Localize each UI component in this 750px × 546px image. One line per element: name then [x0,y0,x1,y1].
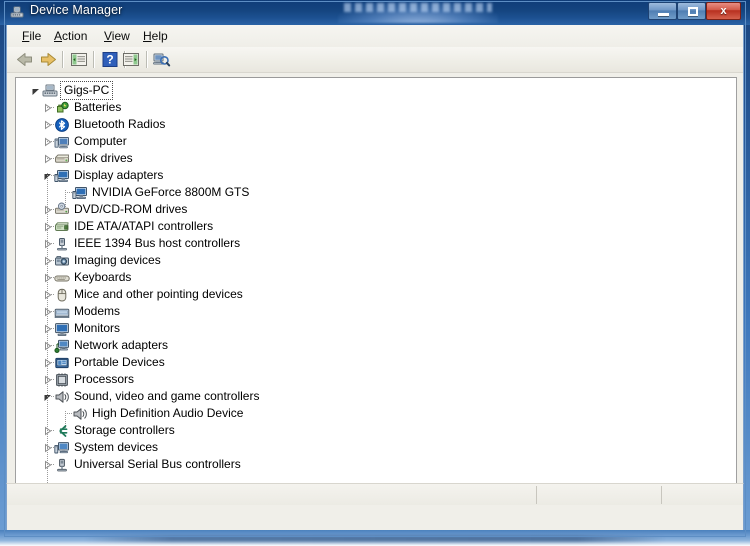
window-frame: Device Manager x File Action View Help ?… [0,0,750,546]
window-frame-inner-border [4,1,746,537]
